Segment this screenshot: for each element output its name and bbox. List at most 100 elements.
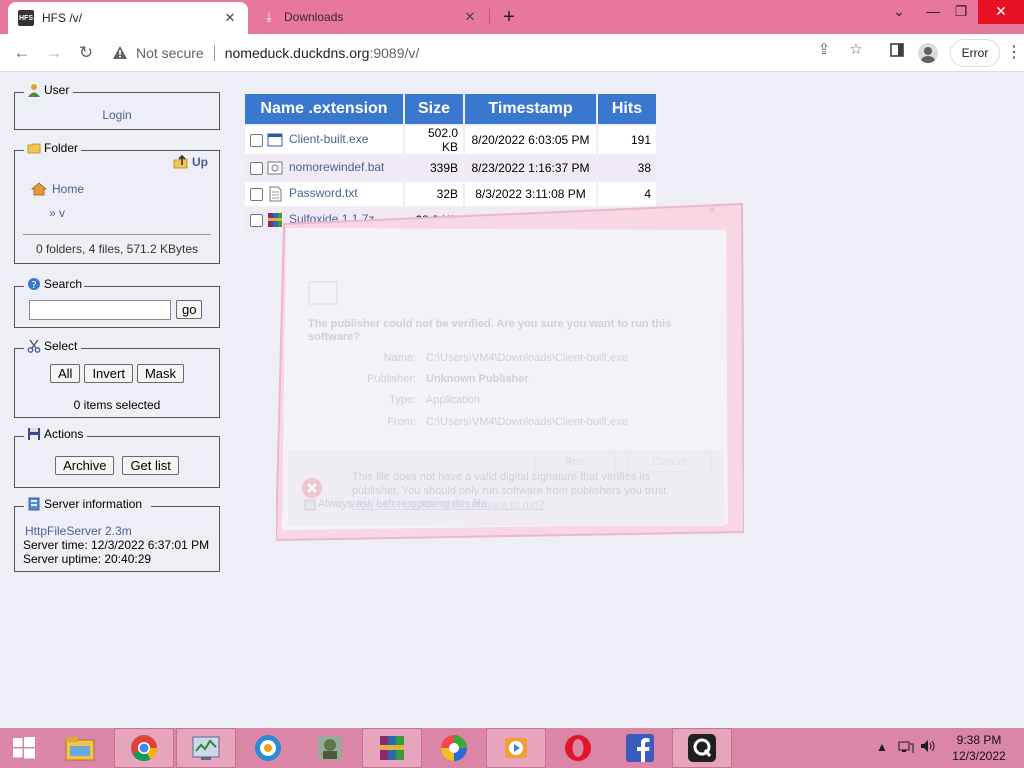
server-info-legend-label: Server information bbox=[44, 497, 143, 511]
bat-icon bbox=[267, 161, 283, 175]
archive-button[interactable]: Archive bbox=[55, 456, 115, 475]
shield-error-icon bbox=[300, 476, 322, 500]
user-panel: User Login bbox=[14, 83, 220, 130]
file-size: 502.0 KB bbox=[405, 126, 463, 154]
invert-selection-button[interactable]: Invert bbox=[84, 364, 133, 383]
back-button[interactable]: ← bbox=[10, 42, 34, 64]
server-uptime: Server uptime: 20:40:29 bbox=[23, 552, 152, 566]
name-column-header[interactable]: Name .extension bbox=[245, 94, 403, 124]
facebook-icon[interactable] bbox=[610, 728, 670, 768]
actions-legend: Actions bbox=[25, 427, 86, 441]
windows-taskbar: ▲ 9:38 PM 12/3/2022 bbox=[0, 728, 1024, 768]
mask-button[interactable]: Mask bbox=[136, 364, 185, 383]
scissors-icon bbox=[27, 339, 41, 353]
save-disk-icon bbox=[28, 428, 40, 440]
search-go-button[interactable]: go bbox=[176, 300, 203, 319]
get-list-button[interactable]: Get list bbox=[122, 456, 179, 475]
video-player-icon[interactable] bbox=[486, 728, 546, 768]
file-name-link[interactable]: Password.txt bbox=[289, 186, 358, 200]
address-bar[interactable]: Not secure nomeduck.duckdns.org :9089/v/ bbox=[108, 39, 874, 67]
q-app-icon[interactable] bbox=[672, 728, 732, 768]
winrar-icon[interactable] bbox=[362, 728, 422, 768]
select-legend: Select bbox=[25, 339, 80, 353]
name-label: Name: bbox=[383, 352, 416, 364]
file-name-link[interactable]: Client-built.exe bbox=[289, 132, 368, 146]
dialog-question: The publisher could not be verified. Are… bbox=[308, 318, 672, 343]
opera-icon[interactable] bbox=[548, 728, 608, 768]
reload-button[interactable]: ↻ bbox=[74, 42, 98, 64]
show-hidden-icons-icon[interactable]: ▲ bbox=[876, 740, 888, 754]
login-link[interactable]: Login bbox=[102, 108, 131, 122]
run-button[interactable]: Run bbox=[535, 456, 615, 468]
file-explorer-icon[interactable] bbox=[50, 728, 110, 768]
profile-avatar-icon[interactable] bbox=[918, 43, 938, 63]
hfs-page: User Login Folder Up Home » v 0 folders,… bbox=[0, 72, 1024, 728]
user-legend: User bbox=[25, 83, 72, 97]
cancel-button[interactable]: Cancel bbox=[627, 456, 711, 468]
side-panel-icon[interactable] bbox=[886, 42, 908, 64]
close-window-button[interactable]: ✕ bbox=[978, 0, 1024, 24]
row-checkbox[interactable] bbox=[250, 187, 263, 201]
hfs-version-link[interactable]: HttpFileServer 2.3m bbox=[25, 524, 132, 538]
maximize-button[interactable]: ❐ bbox=[944, 0, 978, 24]
share-icon[interactable]: ⇪ bbox=[814, 40, 834, 60]
folder-legend-label: Folder bbox=[44, 141, 79, 155]
color-app-icon[interactable] bbox=[424, 728, 484, 768]
search-input[interactable] bbox=[29, 300, 171, 320]
close-tab-icon[interactable]: ✕ bbox=[462, 9, 478, 25]
dialog-close-icon[interactable]: ✕ bbox=[708, 204, 717, 217]
row-checkbox[interactable] bbox=[250, 133, 263, 147]
tab-title: HFS /v/ bbox=[42, 11, 83, 25]
user-legend-label: User bbox=[44, 83, 70, 97]
start-button[interactable] bbox=[0, 728, 48, 768]
file-name-link[interactable]: nomorewindef.bat bbox=[289, 160, 384, 174]
file-size: 339B bbox=[405, 156, 463, 180]
hits-column-header[interactable]: Hits bbox=[598, 94, 656, 124]
tab-hfs[interactable]: HFS HFS /v/ ✕ bbox=[8, 2, 248, 34]
volume-icon[interactable] bbox=[920, 739, 936, 756]
close-tab-icon[interactable]: ✕ bbox=[222, 10, 238, 26]
file-timestamp: 8/23/2022 1:16:37 PM bbox=[465, 156, 596, 180]
new-tab-button[interactable]: + bbox=[498, 6, 520, 29]
tab-search-button[interactable]: ⌄ bbox=[882, 0, 916, 24]
home-link[interactable]: Home bbox=[31, 182, 84, 196]
help-icon: ? bbox=[28, 278, 40, 291]
actions-legend-label: Actions bbox=[44, 427, 84, 441]
help-link[interactable]: How can I decide what software to run? bbox=[352, 498, 669, 512]
app-icon[interactable] bbox=[238, 728, 298, 768]
server-time: Server time: 12/3/2022 6:37:01 PM bbox=[23, 538, 210, 552]
table-header-row: Name .extension Size Timestamp Hits bbox=[245, 94, 656, 124]
select-all-button[interactable]: All bbox=[49, 364, 81, 383]
chrome-icon[interactable] bbox=[114, 728, 174, 768]
warning-line-1: This file does not have a valid digital … bbox=[352, 471, 651, 483]
row-checkbox[interactable] bbox=[250, 161, 263, 175]
up-label: Up bbox=[192, 155, 208, 169]
bookmark-star-icon[interactable]: ☆ bbox=[846, 40, 866, 60]
warning-icon[interactable] bbox=[112, 45, 128, 61]
download-icon: ⤓ bbox=[266, 10, 272, 24]
search-legend: ? Search bbox=[25, 277, 85, 291]
folder-summary: 0 folders, 4 files, 571.2 KBytes bbox=[35, 242, 199, 256]
network-icon[interactable] bbox=[898, 740, 914, 757]
menu-kebab-icon[interactable]: ⋮ bbox=[1006, 42, 1022, 64]
txt-icon bbox=[269, 186, 282, 202]
size-column-header[interactable]: Size bbox=[405, 94, 463, 124]
folder-legend: Folder bbox=[25, 141, 81, 155]
error-button[interactable]: Error bbox=[950, 39, 1000, 67]
user-icon bbox=[28, 84, 40, 97]
select-legend-label: Select bbox=[44, 339, 78, 353]
warning-line-2: publisher. You should only run software … bbox=[352, 485, 670, 497]
up-link[interactable]: Up bbox=[173, 154, 208, 170]
server-info-panel: Server information HttpFileServer 2.3m S… bbox=[14, 497, 220, 572]
task-manager-icon[interactable] bbox=[176, 728, 236, 768]
app-icon-2[interactable] bbox=[300, 728, 360, 768]
from-value: C:\Users\VM4\Downloads\Client-built.exe bbox=[426, 416, 628, 428]
timestamp-column-header[interactable]: Timestamp bbox=[465, 94, 596, 124]
tab-downloads[interactable]: ⤓ Downloads ✕ bbox=[252, 0, 488, 34]
current-folder-link[interactable]: » v bbox=[49, 206, 65, 220]
forward-button[interactable]: → bbox=[42, 42, 66, 64]
actions-panel: Actions Archive Get list bbox=[14, 427, 220, 488]
type-label: Type: bbox=[389, 394, 416, 406]
system-clock[interactable]: 9:38 PM 12/3/2022 bbox=[940, 732, 1018, 764]
row-checkbox[interactable] bbox=[250, 213, 263, 227]
